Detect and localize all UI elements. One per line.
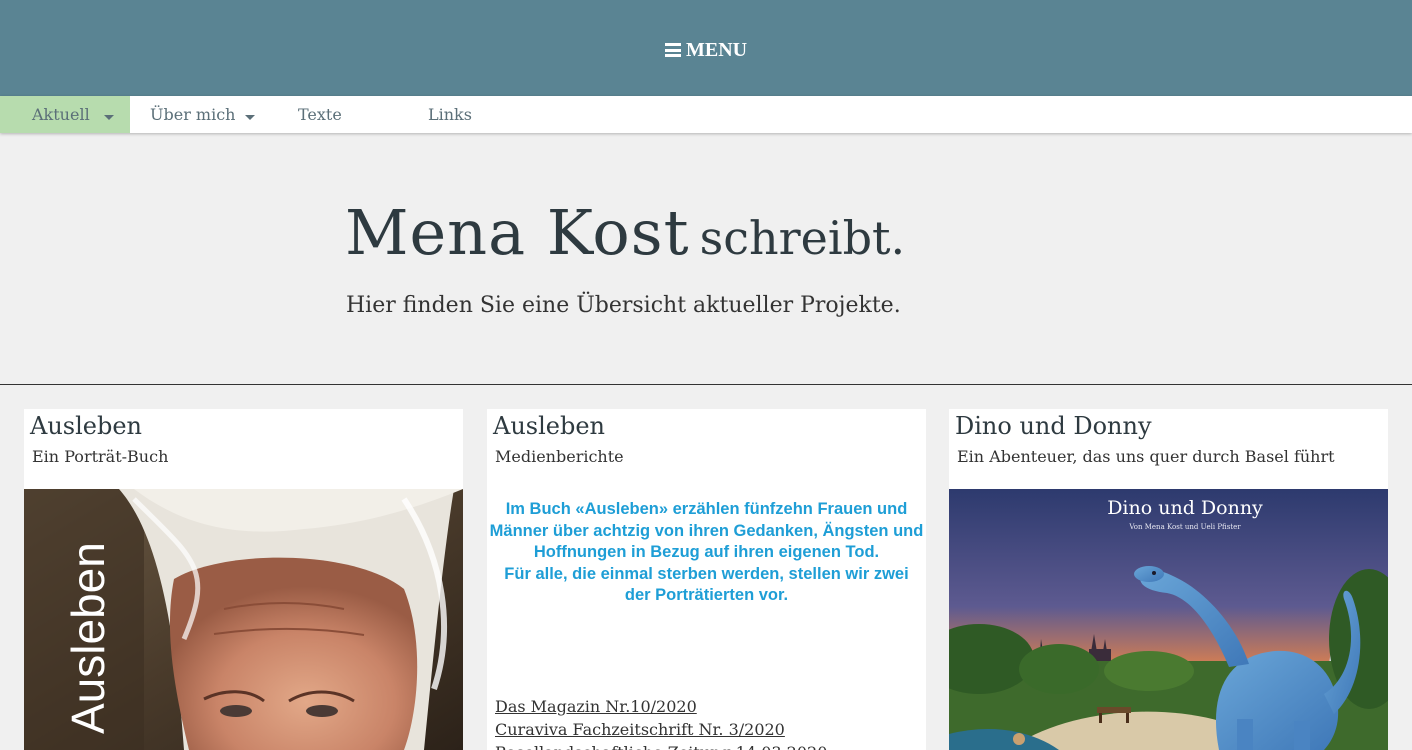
media-links-list: Das Magazin Nr.10/2020 Curaviva Fachzeit…: [495, 695, 827, 750]
media-link[interactable]: Das Magazin Nr.10/2020: [495, 695, 827, 718]
project-card-dino-und-donny[interactable]: Dino und Donny Ein Abenteuer, das uns qu…: [949, 409, 1388, 750]
quote-line: Im Buch «Ausleben» erzählen fünfzehn Fra…: [505, 500, 908, 518]
media-link[interactable]: Basellandschaftliche Zeitung 14.03.2020: [495, 741, 827, 750]
project-card-ausleben-book[interactable]: Ausleben Ein Porträt-Buch Ausleben: [24, 409, 463, 750]
card-subtitle: Medienberichte: [495, 447, 624, 466]
quote-line: Hoffnungen in Bezug auf ihren eigenen To…: [533, 543, 880, 561]
quote-line: Für alle, die einmal sterben werden, ste…: [504, 564, 909, 583]
card-title[interactable]: Ausleben: [493, 412, 605, 440]
cover-title-text: Ausleben: [62, 542, 114, 734]
quote-line: Männer über achtzig von ihren Gedanken, …: [489, 521, 924, 540]
nav-item-ueber-mich[interactable]: Über mich: [150, 96, 256, 133]
page-title: Mena Kost schreibt.: [345, 196, 905, 269]
nav-item-label: Texte: [298, 105, 342, 124]
menu-button[interactable]: MENU: [665, 36, 747, 64]
card-subtitle: Ein Abenteuer, das uns quer durch Basel …: [957, 447, 1335, 466]
nav-item-aktuell[interactable]: Aktuell: [0, 96, 130, 133]
nav-item-texte[interactable]: Texte: [298, 96, 342, 133]
main-navigation: Aktuell Über mich Texte Links: [0, 96, 1412, 133]
nav-item-label: Links: [428, 105, 472, 124]
nav-item-label: Über mich: [150, 105, 236, 124]
card-title[interactable]: Ausleben: [30, 412, 142, 440]
caret-down-icon: [103, 115, 114, 120]
hamburger-icon: [665, 43, 681, 57]
menu-label: MENU: [686, 38, 748, 61]
caret-down-icon: [245, 115, 256, 120]
nav-item-links[interactable]: Links: [428, 96, 472, 133]
page-title-name: Mena Kost: [345, 196, 690, 269]
top-header: MENU: [0, 0, 1412, 96]
quote-line: der Porträtierten vor.: [624, 586, 789, 604]
nav-item-label: Aktuell: [32, 105, 90, 124]
page-subtitle: Hier finden Sie eine Übersicht aktueller…: [346, 293, 901, 318]
project-card-ausleben-media[interactable]: Ausleben Medienberichte Im Buch «Auslebe…: [487, 409, 926, 750]
section-divider: [0, 384, 1412, 385]
card-subtitle: Ein Porträt-Buch: [32, 447, 169, 466]
book-cover-dino-und-donny-image[interactable]: Dino und Donny Von Mena Kost und Ueli Pf…: [949, 489, 1388, 750]
page-title-suffix: schreibt.: [699, 211, 906, 265]
cover-byline-text: Von Mena Kost und Ueli Pfister: [1128, 523, 1241, 531]
card-title[interactable]: Dino und Donny: [955, 412, 1152, 440]
cover-title-text: Dino und Donny: [1107, 497, 1263, 519]
media-quote-box: Im Buch «Ausleben» erzählen fünfzehn Fra…: [487, 489, 926, 639]
media-link[interactable]: Curaviva Fachzeitschrift Nr. 3/2020: [495, 718, 827, 741]
book-cover-ausleben-image[interactable]: Ausleben: [24, 489, 463, 750]
